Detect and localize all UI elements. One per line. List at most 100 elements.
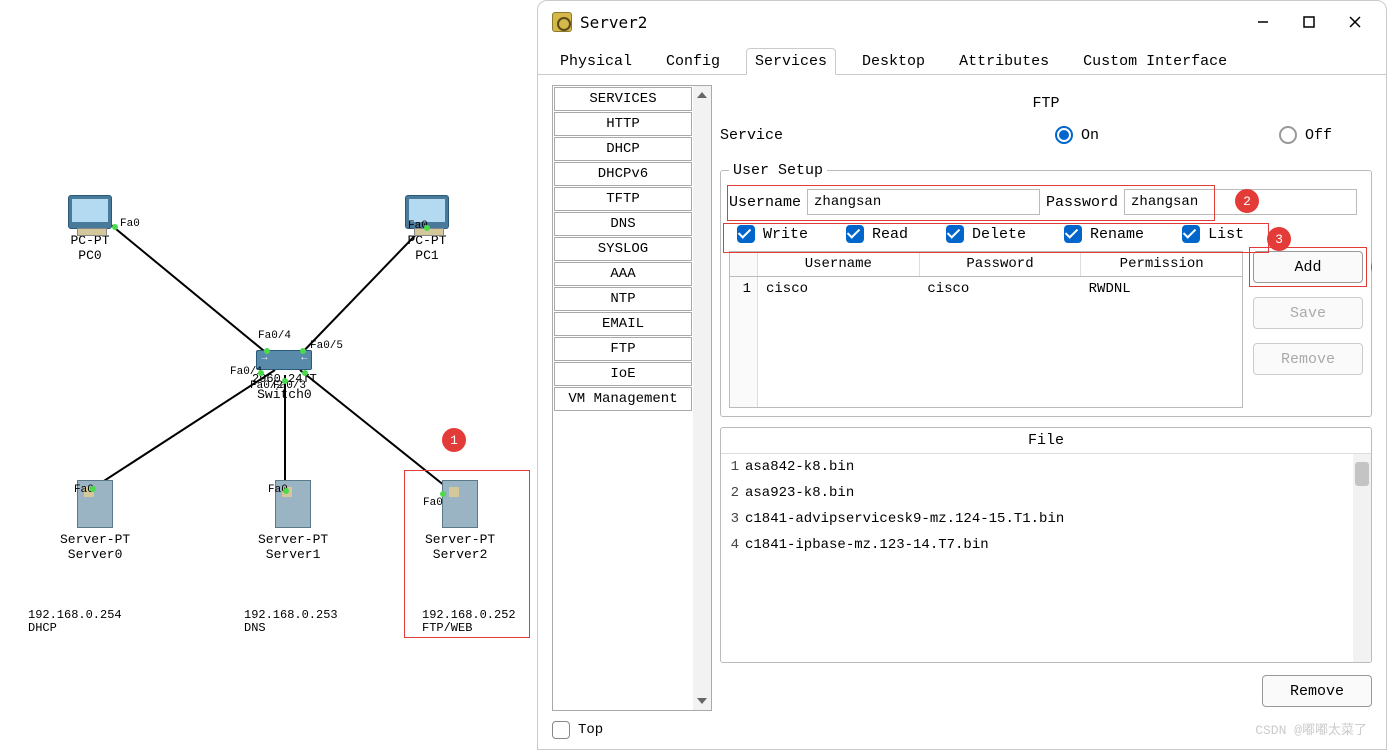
annotation-badge-3: 3 xyxy=(1267,227,1291,251)
users-table[interactable]: Username Password Permission 1 cisco cis… xyxy=(729,251,1243,408)
pane-title: FTP xyxy=(720,95,1372,112)
services-sidebar: SERVICES HTTP DHCP DHCPv6 TFTP DNS SYSLO… xyxy=(552,85,712,711)
file-scrollbar[interactable] xyxy=(1353,454,1371,662)
cell-username: cisco xyxy=(758,277,919,407)
annotation-box-2 xyxy=(727,185,1215,221)
row-index: 1 xyxy=(730,277,758,407)
service-label: Service xyxy=(720,127,783,144)
port-label: Fa0/3 xyxy=(273,380,306,392)
file-index: 4 xyxy=(721,537,745,553)
topology-canvas[interactable]: PC-PT PC0 Fa0 PC-PT PC1 Fa0 2960-24TT Sw… xyxy=(0,0,537,750)
radio-on-label: On xyxy=(1081,127,1099,144)
ftp-config-pane: FTP Service On Off User Setup xyxy=(720,85,1372,711)
remove-user-button[interactable]: Remove xyxy=(1253,343,1363,375)
service-item-tftp[interactable]: TFTP xyxy=(554,187,692,211)
titlebar[interactable]: Server2 xyxy=(538,1,1386,43)
link-status-dot xyxy=(283,488,289,494)
maximize-button[interactable] xyxy=(1286,6,1332,38)
top-label: Top xyxy=(578,722,603,738)
window-controls xyxy=(1240,6,1378,38)
link-status-dot xyxy=(424,225,430,231)
annotation-box-3 xyxy=(723,223,1269,253)
service-item-ioe[interactable]: IoE xyxy=(554,362,692,386)
link-status-dot xyxy=(112,224,118,230)
tab-services[interactable]: Services xyxy=(746,48,836,75)
minimize-button[interactable] xyxy=(1240,6,1286,38)
tab-custom-interface[interactable]: Custom Interface xyxy=(1075,49,1235,74)
server-icon xyxy=(552,12,572,32)
file-row[interactable]: 2asa923-k8.bin xyxy=(721,480,1371,506)
service-item-email[interactable]: EMAIL xyxy=(554,312,692,336)
link-status-dot xyxy=(282,378,288,384)
device-name: PC0 xyxy=(68,248,112,263)
service-item-vm[interactable]: VM Management xyxy=(554,387,692,411)
device-server0[interactable]: Server-PT Server0 xyxy=(60,480,130,562)
user-setup-legend: User Setup xyxy=(729,162,827,179)
tab-config[interactable]: Config xyxy=(658,49,728,74)
file-name: asa842-k8.bin xyxy=(745,459,854,475)
file-index: 3 xyxy=(721,511,745,527)
annotation-badge-1: 1 xyxy=(442,428,466,452)
link-status-dot xyxy=(300,348,306,354)
port-label: Fa0 xyxy=(120,218,140,230)
service-item-http[interactable]: HTTP xyxy=(554,112,692,136)
device-name: Server0 xyxy=(60,547,130,562)
save-button[interactable]: Save xyxy=(1253,297,1363,329)
radio-on[interactable]: On xyxy=(1055,126,1099,144)
table-row[interactable]: 1 cisco cisco RWDNL xyxy=(730,277,1242,407)
scrollbar-thumb[interactable] xyxy=(1355,462,1369,486)
tab-attributes[interactable]: Attributes xyxy=(951,49,1057,74)
tab-physical[interactable]: Physical xyxy=(552,49,640,74)
radio-off-label: Off xyxy=(1305,127,1332,144)
top-checkbox[interactable] xyxy=(552,721,570,739)
link-status-dot xyxy=(302,370,308,376)
service-item-aaa[interactable]: AAA xyxy=(554,262,692,286)
radio-on-icon xyxy=(1055,126,1073,144)
server-svc: DHCP xyxy=(28,621,57,635)
remove-file-button[interactable]: Remove xyxy=(1262,675,1372,707)
device-name: PC1 xyxy=(405,248,449,263)
server-ip: 192.168.0.253 xyxy=(244,608,338,622)
col-permission: Permission xyxy=(1081,252,1242,276)
annotation-badge-2: 2 xyxy=(1235,189,1259,213)
file-index: 1 xyxy=(721,459,745,475)
link-status-dot xyxy=(258,370,264,376)
server-ip: 192.168.0.254 xyxy=(28,608,122,622)
server-svc: DNS xyxy=(244,621,266,635)
service-item-syslog[interactable]: SYSLOG xyxy=(554,237,692,261)
service-item-ntp[interactable]: NTP xyxy=(554,287,692,311)
device-name: Server1 xyxy=(258,547,328,562)
tab-bar: Physical Config Services Desktop Attribu… xyxy=(538,43,1386,75)
file-row[interactable]: 3c1841-advipservicesk9-mz.124-15.T1.bin xyxy=(721,506,1371,532)
file-name: asa923-k8.bin xyxy=(745,485,854,501)
port-label: Fa0/5 xyxy=(310,340,343,352)
device-type: Server-PT xyxy=(258,532,328,547)
radio-off-icon xyxy=(1279,126,1297,144)
file-row[interactable]: 1asa842-k8.bin xyxy=(721,454,1371,480)
user-setup-group: User Setup 2 3 Username Password Write R… xyxy=(720,162,1372,417)
file-row[interactable]: 4c1841-ipbase-mz.123-14.T7.bin xyxy=(721,532,1371,558)
device-pc0[interactable]: PC-PT PC0 xyxy=(68,195,112,263)
service-item-dns[interactable]: DNS xyxy=(554,212,692,236)
service-item-dhcpv6[interactable]: DHCPv6 xyxy=(554,162,692,186)
window-title: Server2 xyxy=(580,13,1240,32)
cell-password: cisco xyxy=(919,277,1080,407)
port-label: Fa0/4 xyxy=(258,330,291,342)
file-name: c1841-advipservicesk9-mz.124-15.T1.bin xyxy=(745,511,1064,527)
radio-off[interactable]: Off xyxy=(1279,126,1332,144)
annotation-box-4 xyxy=(1249,247,1367,287)
file-index: 2 xyxy=(721,485,745,501)
service-item-services[interactable]: SERVICES xyxy=(554,87,692,111)
close-button[interactable] xyxy=(1332,6,1378,38)
col-password: Password xyxy=(920,252,1082,276)
device-type: Server-PT xyxy=(60,532,130,547)
service-item-dhcp[interactable]: DHCP xyxy=(554,137,692,161)
server-config-dialog: Server2 Physical Config Services Desktop… xyxy=(537,0,1387,750)
tab-desktop[interactable]: Desktop xyxy=(854,49,933,74)
annotation-box-1 xyxy=(404,470,530,638)
link-status-dot xyxy=(264,348,270,354)
services-scrollbar[interactable] xyxy=(693,86,711,710)
file-list[interactable]: 1asa842-k8.bin 2asa923-k8.bin 3c1841-adv… xyxy=(721,454,1371,662)
file-name: c1841-ipbase-mz.123-14.T7.bin xyxy=(745,537,989,553)
service-item-ftp[interactable]: FTP xyxy=(554,337,692,361)
